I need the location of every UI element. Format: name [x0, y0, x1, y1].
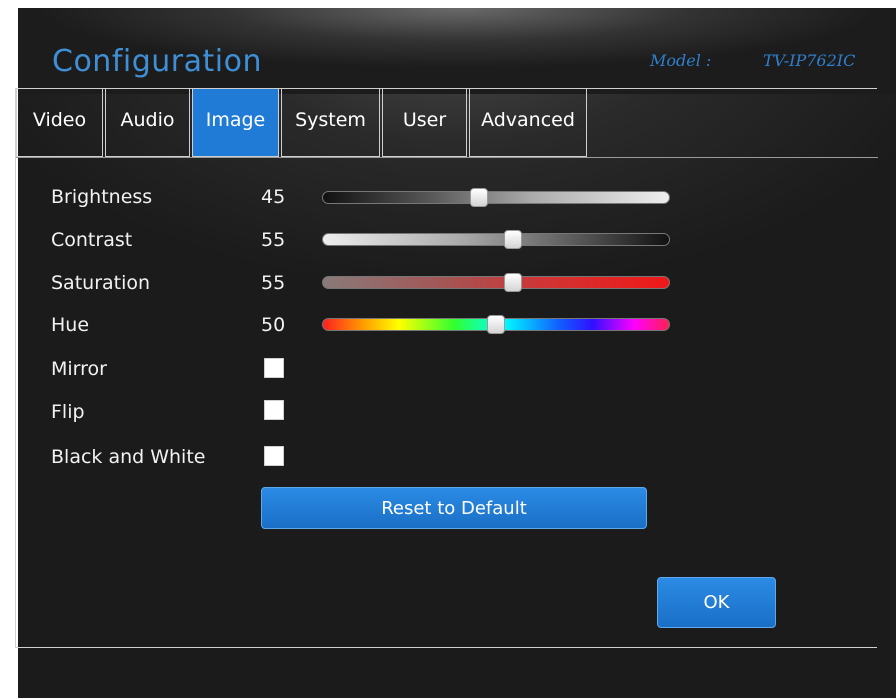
page-title: Configuration [52, 44, 262, 79]
tab-divider [16, 157, 878, 158]
brightness-slider-thumb[interactable] [469, 188, 488, 207]
tab-system[interactable]: System [281, 88, 380, 157]
brightness-label: Brightness [51, 186, 153, 208]
flip-label: Flip [51, 401, 85, 423]
saturation-value: 55 [261, 272, 286, 294]
tab-user[interactable]: User [382, 88, 467, 157]
brightness-slider[interactable] [322, 188, 670, 207]
brightness-value: 45 [261, 186, 286, 208]
tab-advanced[interactable]: Advanced [469, 88, 587, 157]
saturation-slider-thumb[interactable] [504, 273, 523, 292]
settings-panel [15, 88, 877, 648]
model-label: Model : [650, 51, 712, 70]
saturation-slider[interactable] [322, 273, 670, 292]
hue-value: 50 [261, 314, 286, 336]
hue-slider-thumb[interactable] [487, 315, 505, 334]
hue-label: Hue [51, 314, 90, 336]
black-and-white-label: Black and White [51, 446, 206, 468]
title-bar: Configuration Model : TV-IP762IC [18, 8, 896, 94]
ok-button[interactable]: OK [657, 577, 776, 628]
tab-image[interactable]: Image [192, 88, 279, 157]
black-and-white-checkbox[interactable] [264, 446, 284, 466]
flip-checkbox[interactable] [264, 400, 284, 420]
hue-slider[interactable] [322, 315, 670, 334]
contrast-label: Contrast [51, 229, 133, 251]
mirror-checkbox[interactable] [264, 358, 284, 378]
contrast-value: 55 [261, 229, 286, 251]
reset-to-default-button[interactable]: Reset to Default [261, 487, 647, 529]
saturation-label: Saturation [51, 272, 151, 294]
contrast-slider[interactable] [322, 230, 670, 249]
mirror-label: Mirror [51, 358, 107, 380]
tab-video[interactable]: Video [16, 88, 103, 157]
contrast-slider-thumb[interactable] [504, 230, 523, 249]
model-value: TV-IP762IC [763, 51, 856, 70]
tab-audio[interactable]: Audio [105, 88, 190, 157]
